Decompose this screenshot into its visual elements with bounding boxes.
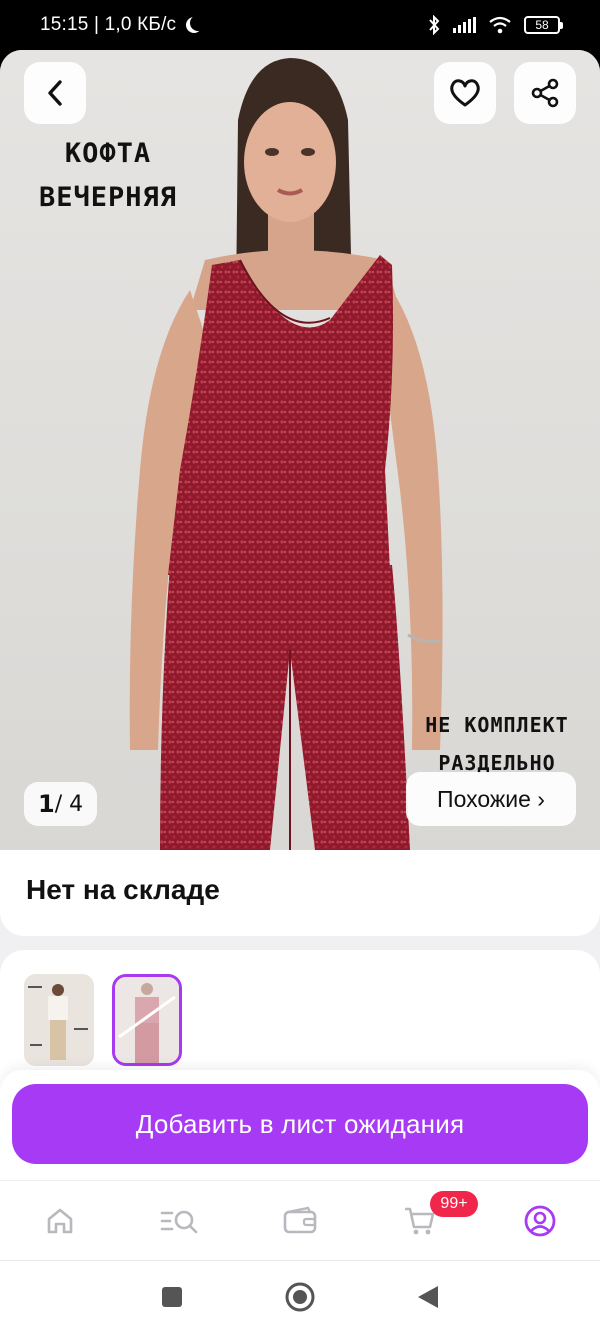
stock-status: Нет на складе <box>26 874 220 905</box>
overlay-note-line1: НЕ КОМПЛЕКТ <box>425 713 569 737</box>
favorite-button[interactable] <box>434 62 496 124</box>
chevron-left-icon <box>48 80 62 106</box>
battery-icon: 58 <box>524 16 563 34</box>
overlay-title-line1: КОФТА <box>64 138 152 169</box>
variant-thumbnail[interactable] <box>24 974 94 1066</box>
product-image[interactable]: КОФТА ВЕЧЕРНЯЯ НЕ КОМПЛЕКТ РАЗДЕЛЬНО 1/ … <box>0 50 600 850</box>
variant-thumbnail-selected[interactable] <box>112 974 182 1066</box>
overlay-title-line2: ВЕЧЕРНЯЯ <box>38 182 178 213</box>
cta-area: Добавить в лист ожидания <box>0 1070 600 1180</box>
recent-apps-icon[interactable] <box>160 1285 184 1309</box>
share-icon <box>531 78 559 108</box>
tab-wallet[interactable] <box>240 1181 360 1260</box>
tab-home[interactable] <box>0 1181 120 1260</box>
image-overlay-title: КОФТА ВЕЧЕРНЯЯ <box>18 132 198 220</box>
stock-status-card: Нет на складе <box>0 850 600 936</box>
app-screen: КОФТА ВЕЧЕРНЯЯ НЕ КОМПЛЕКТ РАЗДЕЛЬНО 1/ … <box>0 50 600 1332</box>
image-counter-current: 1 <box>38 790 55 818</box>
image-counter: 1/ 4 <box>24 782 98 826</box>
similar-label: Похожие › <box>437 785 545 812</box>
back-button[interactable] <box>24 62 86 124</box>
home-circle-icon[interactable] <box>284 1281 316 1313</box>
add-to-waitlist-label: Добавить в лист ожидания <box>135 1108 465 1139</box>
signal-icon <box>453 17 476 33</box>
status-time: 15:15 | 1,0 КБ/с <box>40 14 427 36</box>
back-triangle-icon[interactable] <box>416 1284 440 1310</box>
variants-card <box>0 950 600 1090</box>
system-nav-bar <box>0 1260 600 1332</box>
moon-icon <box>190 15 206 31</box>
tab-cart[interactable]: 99+ <box>360 1181 480 1260</box>
cart-badge: 99+ <box>430 1191 478 1217</box>
wallet-icon <box>283 1206 317 1233</box>
heart-icon <box>450 79 480 107</box>
catalog-search-icon <box>160 1210 198 1233</box>
variant-thumbnail-image <box>24 974 94 1066</box>
add-to-waitlist-button[interactable]: Добавить в лист ожидания <box>12 1084 588 1164</box>
tab-catalog[interactable] <box>120 1181 240 1260</box>
image-overlay-note: НЕ КОМПЛЕКТ РАЗДЕЛЬНО <box>412 706 582 782</box>
variant-thumbnail-image <box>115 977 179 1063</box>
bottom-tab-bar: 99+ <box>0 1180 600 1260</box>
similar-button[interactable]: Похожие › <box>406 772 576 826</box>
share-button[interactable] <box>514 62 576 124</box>
wifi-icon <box>489 16 511 34</box>
profile-icon <box>524 1205 556 1236</box>
home-icon <box>47 1208 73 1233</box>
image-counter-total: / 4 <box>54 791 84 817</box>
tab-profile[interactable] <box>480 1181 600 1260</box>
bluetooth-icon <box>429 15 440 35</box>
status-bar: 15:15 | 1,0 КБ/с 58 <box>0 0 600 50</box>
